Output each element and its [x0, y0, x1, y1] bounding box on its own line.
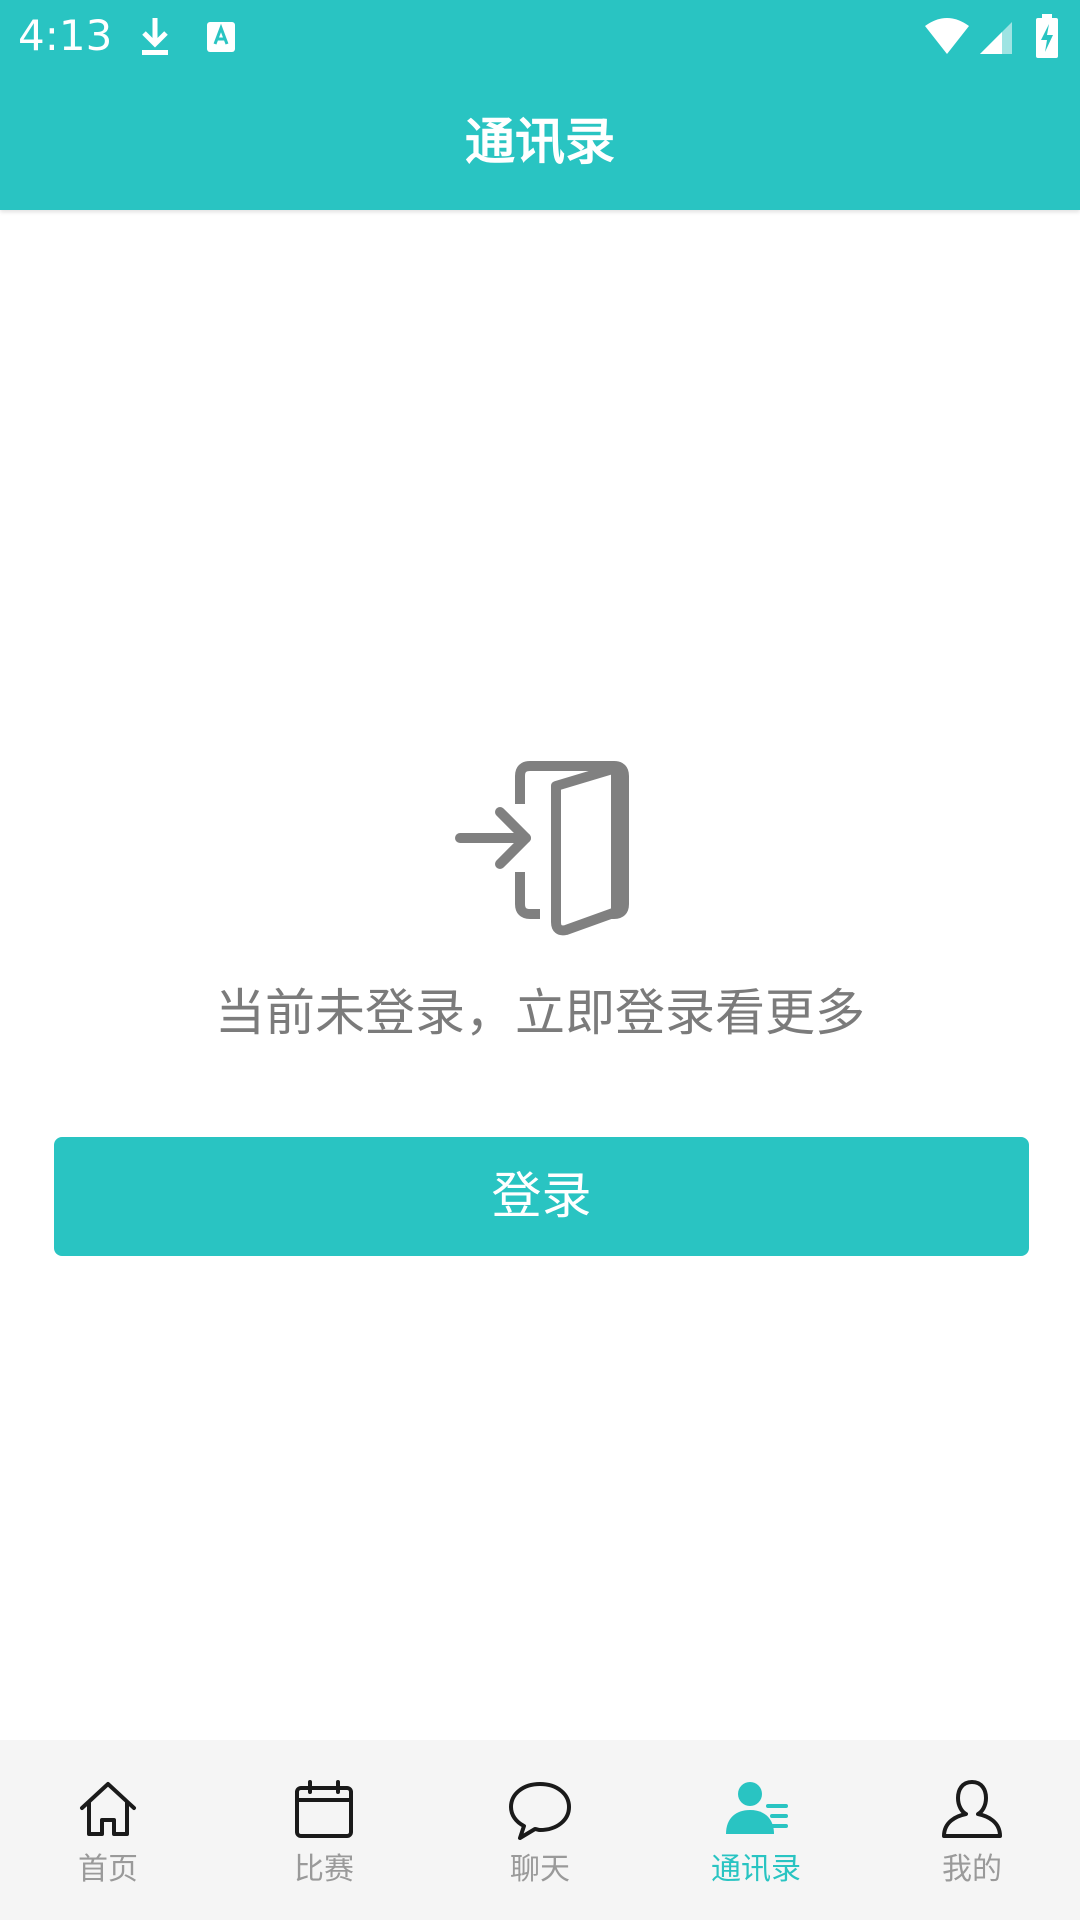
keyboard-a-icon [207, 22, 235, 52]
nav-item-matches[interactable]: 比赛 [216, 1740, 432, 1920]
page-title: 通讯录 [465, 113, 615, 171]
nav-label-chat: 聊天 [510, 1852, 570, 1887]
status-bar: 4:13 [0, 0, 1080, 72]
nav-item-home[interactable]: 首页 [0, 1740, 216, 1920]
contacts-icon [726, 1782, 788, 1834]
nav-label-mine: 我的 [942, 1852, 1002, 1887]
cellular-signal-icon [980, 22, 1012, 54]
battery-charging-icon [1036, 14, 1058, 58]
login-button[interactable]: 登录 [54, 1137, 1029, 1256]
nav-item-mine[interactable]: 我的 [864, 1740, 1080, 1920]
login-door-icon [455, 761, 629, 936]
chat-bubble-icon [509, 1782, 571, 1840]
bottom-nav: 首页 比赛 聊天 通讯录 我的 [0, 1740, 1080, 1920]
wifi-icon [925, 18, 969, 54]
app-header: 4:13 通讯录 [0, 0, 1080, 210]
nav-label-contacts: 通讯录 [711, 1852, 801, 1887]
person-icon [942, 1780, 1002, 1838]
status-time: 4:13 [18, 11, 113, 60]
nav-item-contacts[interactable]: 通讯录 [648, 1740, 864, 1920]
calendar-icon [295, 1780, 353, 1838]
home-icon [80, 1782, 136, 1836]
nav-label-matches: 比赛 [294, 1852, 354, 1887]
download-icon [142, 18, 168, 55]
nav-item-chat[interactable]: 聊天 [432, 1740, 648, 1920]
contacts-screen: 4:13 通讯录 当前未登录，立即登录看更多 登录 首页 比赛 聊天 通讯录 我… [0, 0, 1080, 1920]
nav-label-home: 首页 [78, 1852, 138, 1887]
not-logged-in-message: 当前未登录，立即登录看更多 [215, 984, 865, 1042]
